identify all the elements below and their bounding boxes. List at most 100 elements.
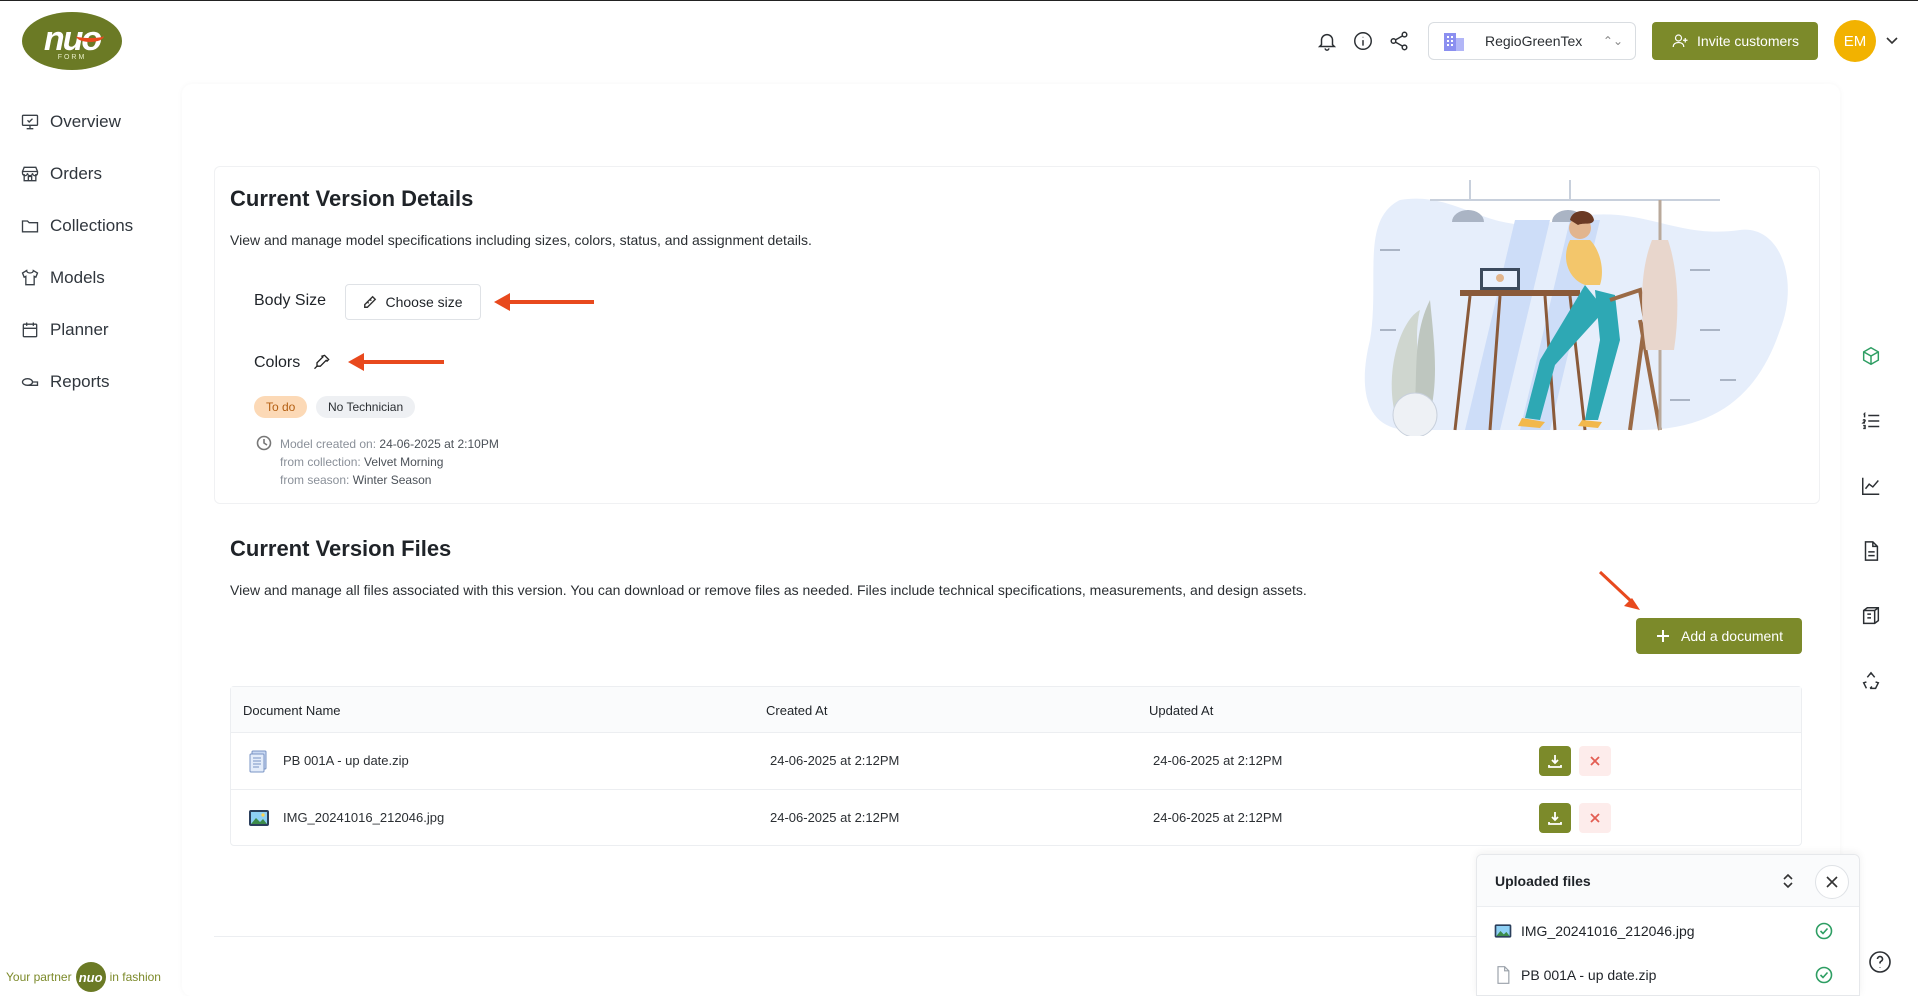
help-button[interactable] xyxy=(1868,950,1892,974)
cube-icon xyxy=(1862,346,1880,366)
shirt-icon xyxy=(21,269,39,286)
document-name[interactable]: IMG_20241016_212046.jpg xyxy=(283,810,444,825)
invite-customers-button[interactable]: Invite customers xyxy=(1652,22,1818,60)
document-icon xyxy=(1864,541,1879,561)
created-at: 24-06-2025 at 2:12PM xyxy=(770,753,900,768)
rail-item-list[interactable] xyxy=(1860,410,1882,437)
column-header-created-at[interactable]: Created At xyxy=(766,703,827,718)
partner-footer: Your partner nuo in fashion xyxy=(6,962,161,992)
uploaded-files-title: Uploaded files xyxy=(1495,873,1591,889)
tape-icon xyxy=(21,378,39,386)
uploaded-file-name: IMG_20241016_212046.jpg xyxy=(1521,923,1695,939)
close-icon xyxy=(1590,813,1600,823)
company-selector[interactable]: RegioGreenTex ⌃⌄ xyxy=(1428,22,1636,60)
info-icon xyxy=(1354,32,1372,50)
files-description: View and manage all files associated wit… xyxy=(230,582,1307,598)
line-chart-icon xyxy=(1862,477,1880,495)
calendar-icon xyxy=(22,322,38,338)
pipette-icon xyxy=(314,354,330,370)
sidebar-item-label: Orders xyxy=(50,164,102,183)
rail-item-recycle[interactable] xyxy=(1860,670,1882,697)
partner-suffix: in fashion xyxy=(109,970,161,984)
details-description: View and manage model specifications inc… xyxy=(230,232,812,248)
rail-item-fabric[interactable] xyxy=(1860,605,1882,632)
rail-item-document[interactable] xyxy=(1860,540,1882,567)
created-value: 24-06-2025 at 2:10PM xyxy=(379,437,499,451)
close-icon xyxy=(1826,876,1838,888)
column-header-updated-at[interactable]: Updated At xyxy=(1149,703,1213,718)
download-icon xyxy=(1548,812,1562,825)
add-document-button[interactable]: Add a document xyxy=(1636,618,1802,654)
annotation-arrow xyxy=(348,353,444,371)
chevron-down-icon[interactable] xyxy=(1882,30,1902,50)
chevron-updown-icon xyxy=(1783,873,1793,889)
model-meta: Model created on: 24-06-2025 at 2:10PM f… xyxy=(280,435,499,489)
company-name: RegioGreenTex xyxy=(1485,33,1583,49)
status-badge: To do xyxy=(254,396,308,418)
sidebar-item-reports[interactable]: Reports xyxy=(20,356,133,408)
created-at: 24-06-2025 at 2:12PM xyxy=(770,810,900,825)
collapse-toggle[interactable] xyxy=(1779,872,1797,890)
collection-label: from collection: xyxy=(280,455,361,469)
info-button[interactable] xyxy=(1352,30,1374,52)
sidebar-item-models[interactable]: Models xyxy=(20,252,133,304)
logo-subtitle: FORM xyxy=(57,54,87,61)
image-file-icon xyxy=(1494,924,1512,938)
check-circle-icon xyxy=(1815,922,1833,940)
files-title: Current Version Files xyxy=(230,536,452,561)
uploaded-files-panel: Uploaded files IMG_20241016_212046.jpg P… xyxy=(1476,854,1860,996)
plus-icon xyxy=(1657,630,1670,642)
download-button[interactable] xyxy=(1539,803,1571,833)
ruler-icon xyxy=(364,295,377,308)
colors-label: Colors xyxy=(254,354,301,371)
share-icon xyxy=(1390,31,1408,51)
download-icon xyxy=(1548,755,1562,768)
logo[interactable]: nuo FORM xyxy=(22,12,122,70)
list-item: IMG_20241016_212046.jpg xyxy=(1477,909,1859,953)
season-value: Winter Season xyxy=(352,473,432,487)
choose-size-button[interactable]: Choose size xyxy=(345,284,481,320)
updated-at: 24-06-2025 at 2:12PM xyxy=(1153,810,1283,825)
delete-button[interactable] xyxy=(1579,746,1611,776)
partner-prefix: Your partner xyxy=(6,970,72,984)
choose-size-label: Choose size xyxy=(385,294,463,310)
notifications-button[interactable] xyxy=(1316,30,1338,52)
list-item: PB 001A - up date.zip xyxy=(1477,953,1859,996)
rail-item-3d-model[interactable] xyxy=(1860,345,1882,372)
uploaded-files-header: Uploaded files xyxy=(1477,855,1859,907)
share-button[interactable] xyxy=(1388,30,1410,52)
add-document-label: Add a document xyxy=(1681,628,1783,644)
partner-logo: nuo xyxy=(75,962,106,992)
document-name[interactable]: PB 001A - up date.zip xyxy=(283,753,409,768)
rail-item-chart[interactable] xyxy=(1860,475,1882,502)
column-header-document-name[interactable]: Document Name xyxy=(243,703,341,718)
clock-icon xyxy=(256,435,272,451)
store-icon xyxy=(21,166,39,182)
folder-icon xyxy=(21,220,39,233)
download-button[interactable] xyxy=(1539,746,1571,776)
sidebar-item-overview[interactable]: Overview xyxy=(20,96,133,148)
sidebar-nav: Overview Orders Collections Models Plann… xyxy=(20,96,133,408)
bell-icon xyxy=(1317,33,1337,51)
workspace-illustration xyxy=(1340,180,1800,436)
files-table: Document Name Created At Updated At PB 0… xyxy=(230,686,1802,846)
sidebar-item-collections[interactable]: Collections xyxy=(20,200,133,252)
delete-button[interactable] xyxy=(1579,803,1611,833)
table-row: IMG_20241016_212046.jpg 24-06-2025 at 2:… xyxy=(231,790,1801,847)
created-label: Model created on: xyxy=(280,437,377,451)
close-uploads-button[interactable] xyxy=(1815,865,1849,899)
invite-label: Invite customers xyxy=(1697,33,1799,49)
building-icon xyxy=(1444,33,1464,51)
color-picker-button[interactable] xyxy=(312,352,334,374)
table-header: Document Name Created At Updated At xyxy=(231,687,1801,733)
collection-value: Velvet Morning xyxy=(364,455,444,469)
sidebar-item-label: Planner xyxy=(50,320,109,339)
image-file-icon xyxy=(249,810,269,826)
logo-swoosh xyxy=(76,30,104,42)
zip-file-icon xyxy=(249,750,267,773)
avatar[interactable]: EM xyxy=(1834,20,1876,62)
technician-badge: No Technician xyxy=(316,396,416,418)
sidebar-item-orders[interactable]: Orders xyxy=(20,148,133,200)
body-size-label: Body Size xyxy=(254,292,327,309)
sidebar-item-planner[interactable]: Planner xyxy=(20,304,133,356)
